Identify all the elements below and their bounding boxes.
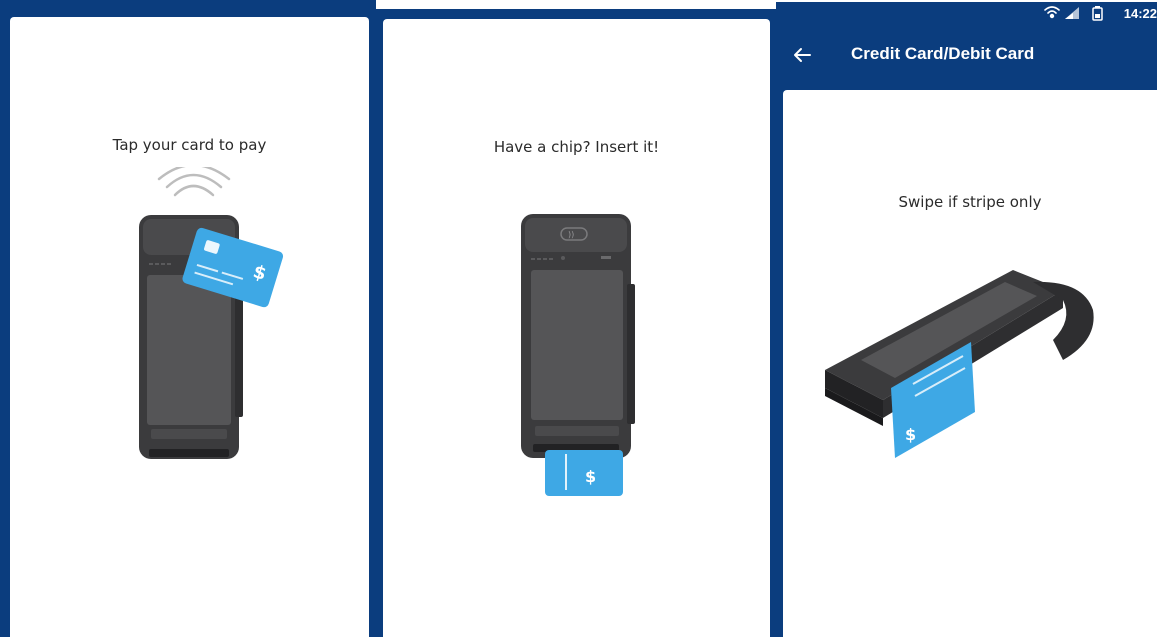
status-icons xyxy=(1043,5,1107,26)
insert-screen: Have a chip? Insert it! )) $ xyxy=(376,0,776,637)
wifi-icon xyxy=(1044,6,1060,19)
svg-text:$: $ xyxy=(585,467,596,486)
app-bar: Credit Card/Debit Card xyxy=(776,28,1157,84)
tap-prompt-text: Tap your card to pay xyxy=(112,136,267,154)
insert-card-area: Have a chip? Insert it! )) $ xyxy=(383,19,770,637)
insert-prompt-text: Have a chip? Insert it! xyxy=(493,138,660,156)
status-time: 14:22 xyxy=(1123,6,1157,21)
tap-card-area: Tap your card to pay $ xyxy=(10,17,369,637)
tap-card-terminal-illustration: $ xyxy=(139,167,284,459)
swipe-card-terminal-illustration: $ xyxy=(825,270,1094,458)
credit-card-icon: $ xyxy=(545,450,623,496)
swipe-screen: 14:22 Credit Card/Debit Card Swipe if st… xyxy=(776,0,1157,637)
contactless-waves-icon xyxy=(157,167,231,197)
payment-terminal-icon: )) xyxy=(521,214,635,458)
signal-icon xyxy=(1065,7,1079,19)
battery-icon xyxy=(1092,6,1103,21)
swipe-prompt-text: Swipe if stripe only xyxy=(898,193,1042,211)
arrow-left-icon[interactable] xyxy=(790,43,814,67)
tap-screen: Tap your card to pay $ xyxy=(0,0,376,637)
page-title: Credit Card/Debit Card xyxy=(851,44,1035,63)
swipe-card-area: Swipe if stripe only $ xyxy=(783,90,1157,637)
status-bar: 14:22 xyxy=(776,2,1157,24)
svg-text:$: $ xyxy=(905,425,916,444)
svg-text:)): )) xyxy=(568,230,574,239)
insert-chip-terminal-illustration: )) $ xyxy=(521,214,635,496)
